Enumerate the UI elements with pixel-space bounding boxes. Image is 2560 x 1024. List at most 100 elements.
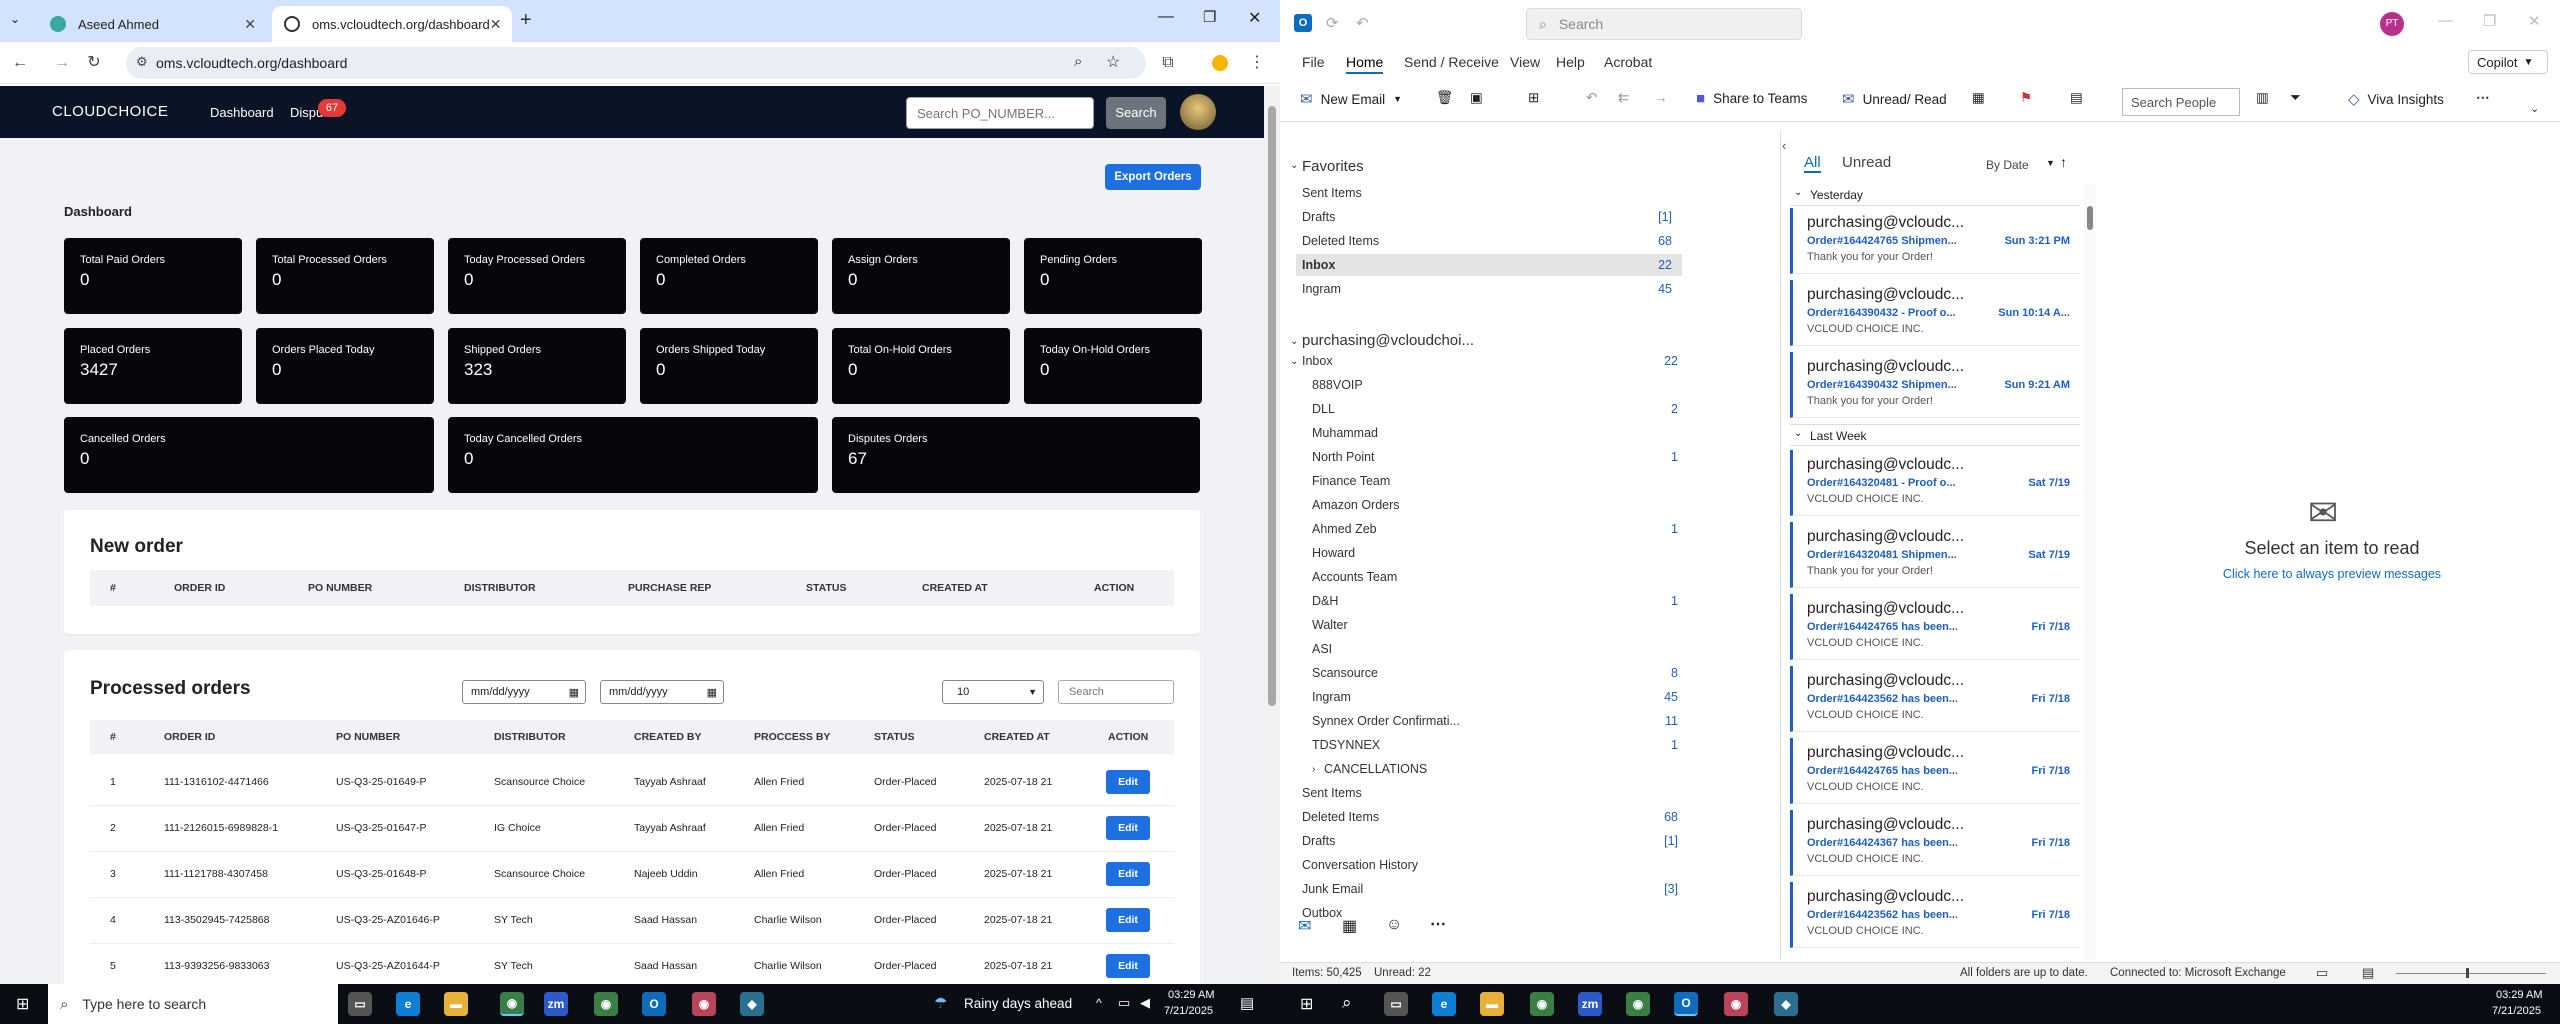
subfolder-name[interactable]: Walter xyxy=(1312,618,1348,632)
date-from-input[interactable]: mm/dd/yyyy ▦ xyxy=(462,680,586,704)
filter-email-icon[interactable]: ⏷ xyxy=(2290,90,2301,106)
subfolder-name[interactable]: TDSYNNEX xyxy=(1312,738,1380,752)
subfolder-name[interactable]: Muhammad xyxy=(1312,426,1378,440)
sort-by-date[interactable]: By Date xyxy=(1986,158,2029,172)
archive-icon[interactable]: ▣ xyxy=(1470,90,1483,106)
mail-item[interactable]: purchasing@vcloudc... Order#164424367 has… xyxy=(1790,810,2080,876)
subfolder-name[interactable]: 888VOIP xyxy=(1312,378,1363,392)
reply-all-icon[interactable]: ⇇ xyxy=(1618,90,1629,106)
root-folder-name[interactable]: Junk Email xyxy=(1302,882,1363,896)
move-icon[interactable]: ⊞ xyxy=(1528,90,1539,106)
mail-item[interactable]: purchasing@vcloudc... Order#164320481 - P… xyxy=(1790,450,2080,516)
menu-view[interactable]: View xyxy=(1510,54,1540,70)
categorize-icon[interactable]: ▦ xyxy=(1972,90,1985,106)
chrome-icon[interactable]: ◉ xyxy=(1626,992,1650,1016)
menu-file[interactable]: File xyxy=(1302,54,1325,70)
scrollbar-thumb[interactable] xyxy=(1268,106,1276,706)
reload-icon[interactable]: ↻ xyxy=(82,51,106,75)
mail-item[interactable]: purchasing@vcloudc... Order#164320481 Shi… xyxy=(1790,522,2080,588)
subfolder-name[interactable]: Accounts Team xyxy=(1312,570,1397,584)
date-to-input[interactable]: mm/dd/yyyy ▦ xyxy=(600,680,724,704)
calendar-icon[interactable]: ▦ xyxy=(569,686,579,699)
app-icon[interactable]: ◆ xyxy=(740,992,764,1016)
edit-button[interactable]: Edit xyxy=(1106,816,1150,840)
subfolder-name[interactable]: Ingram xyxy=(1312,690,1351,704)
mail-item[interactable]: purchasing@vcloudc... Order#164390432 Shi… xyxy=(1790,352,2080,418)
chevron-down-icon[interactable]: ▼ xyxy=(1393,94,1402,104)
address-book-icon[interactable]: ▥ xyxy=(2256,90,2269,106)
favorite-folder[interactable]: Sent Items xyxy=(1296,182,1682,204)
scrollbar-thumb[interactable] xyxy=(2087,206,2093,230)
edge-icon[interactable]: e xyxy=(1432,992,1456,1016)
subfolder-name[interactable]: Howard xyxy=(1312,546,1355,560)
mail-item[interactable]: purchasing@vcloudc... Order#164424765 has… xyxy=(1790,594,2080,660)
collapse-chevron-icon[interactable]: ⌄ xyxy=(1794,428,1802,439)
clock-date[interactable]: 7/21/2025 xyxy=(2492,1005,2541,1017)
page-size-select[interactable]: 10 ▼ xyxy=(942,680,1044,704)
maximize-icon[interactable]: ❐ xyxy=(2483,12,2496,30)
expand-chevron-icon[interactable]: › xyxy=(1312,764,1315,775)
menu-help[interactable]: Help xyxy=(1556,54,1585,70)
subfolder-name[interactable]: DLL xyxy=(1312,402,1335,416)
chrome-icon[interactable]: ◉ xyxy=(594,992,618,1016)
zoom-icon[interactable]: ⌕ xyxy=(1074,53,1082,70)
po-search-input[interactable] xyxy=(906,97,1094,129)
filter-tab-all[interactable]: All xyxy=(1804,154,1821,173)
favorite-folder[interactable]: Ingram 45 xyxy=(1296,278,1682,300)
menu-home[interactable]: Home xyxy=(1346,54,1384,74)
back-icon[interactable]: ← xyxy=(8,51,32,75)
new-email-button[interactable]: ✉ New Email ▼ xyxy=(1300,90,1402,108)
menu-send-receive[interactable]: Send / Receive xyxy=(1404,54,1499,70)
clock-time[interactable]: 03:29 AM xyxy=(2496,989,2542,1001)
subfolder-name[interactable]: ASI xyxy=(1312,642,1332,656)
address-bar[interactable]: ⚙ oms.vcloudtech.org/dashboard ⌕ ☆ xyxy=(126,47,1146,79)
zoom-slider-thumb[interactable] xyxy=(2466,968,2469,978)
bookmark-star-icon[interactable]: ☆ xyxy=(1106,52,1120,72)
expand-chevron-icon[interactable]: ⌄ xyxy=(1290,160,1298,171)
weather-icon[interactable]: ☂ xyxy=(934,994,947,1012)
nav-dashboard[interactable]: Dashboard xyxy=(210,105,274,120)
edit-button[interactable]: Edit xyxy=(1106,908,1150,932)
weather-text[interactable]: Rainy days ahead xyxy=(964,996,1072,1011)
sort-direction-icon[interactable]: ↑ xyxy=(2060,154,2067,170)
normal-view-icon[interactable]: ▭ xyxy=(2316,965,2328,981)
root-folder-name[interactable]: Deleted Items xyxy=(1302,810,1379,824)
expand-chevron-icon[interactable]: ⌄ xyxy=(1290,336,1298,347)
tray-chevron-icon[interactable]: ^ xyxy=(1096,996,1102,1010)
list-scrollbar[interactable] xyxy=(2084,184,2096,960)
subfolder-name[interactable]: Scansource xyxy=(1312,666,1378,680)
unread-read-button[interactable]: ✉ Unread/ Read xyxy=(1842,90,1947,108)
reading-view-icon[interactable]: ▤ xyxy=(2362,965,2374,981)
subfolder-name[interactable]: CANCELLATIONS xyxy=(1324,762,1427,776)
subfolder-name[interactable]: Synnex Order Confirmati... xyxy=(1312,714,1460,728)
new-tab-icon[interactable]: + xyxy=(520,9,532,32)
chevron-down-icon[interactable]: ▼ xyxy=(2046,158,2055,168)
export-orders-button[interactable]: Export Orders xyxy=(1105,164,1201,190)
zoom-app-icon[interactable]: zm xyxy=(1578,992,1602,1016)
extensions-icon[interactable]: ⧉ xyxy=(1156,51,1180,75)
clock-time[interactable]: 03:29 AM xyxy=(1168,989,1214,1001)
flag-icon[interactable]: ⚑ xyxy=(2020,90,2032,106)
task-view-icon[interactable]: ▭ xyxy=(348,992,372,1016)
mail-item[interactable]: purchasing@vcloudc... Order#164424765 Shi… xyxy=(1790,208,2080,274)
collapse-pane-icon[interactable]: ‹ xyxy=(1782,138,1786,153)
minimize-icon[interactable]: — xyxy=(2438,12,2453,29)
reply-icon[interactable]: ↶ xyxy=(1586,90,1597,106)
zoom-slider[interactable] xyxy=(2396,968,2546,978)
clock-date[interactable]: 7/21/2025 xyxy=(1164,1005,1213,1017)
outlook-taskbar-icon[interactable]: O xyxy=(1674,992,1698,1016)
more-options-icon[interactable]: ⋯ xyxy=(2476,90,2490,106)
sync-icon[interactable]: ⟳ xyxy=(1326,14,1339,32)
collapse-ribbon-icon[interactable]: ⌄ xyxy=(2530,102,2539,115)
windows-start-icon[interactable]: ⊞ xyxy=(1300,994,1313,1014)
volume-icon[interactable]: ◀ xyxy=(1140,995,1150,1011)
folder-inbox[interactable]: Inbox xyxy=(1302,354,1333,368)
collapse-chevron-icon[interactable]: ⌄ xyxy=(1794,187,1802,198)
edge-icon[interactable]: e xyxy=(396,992,420,1016)
network-icon[interactable]: ▭ xyxy=(1118,995,1130,1011)
expand-chevron-icon[interactable]: ⌄ xyxy=(1290,356,1298,367)
outlook-taskbar-icon[interactable]: O xyxy=(642,992,666,1016)
menu-kebab-icon[interactable]: ⋮ xyxy=(1245,51,1269,75)
undo-icon[interactable]: ↶ xyxy=(1356,14,1369,32)
windows-start-icon[interactable]: ⊞ xyxy=(16,994,29,1014)
